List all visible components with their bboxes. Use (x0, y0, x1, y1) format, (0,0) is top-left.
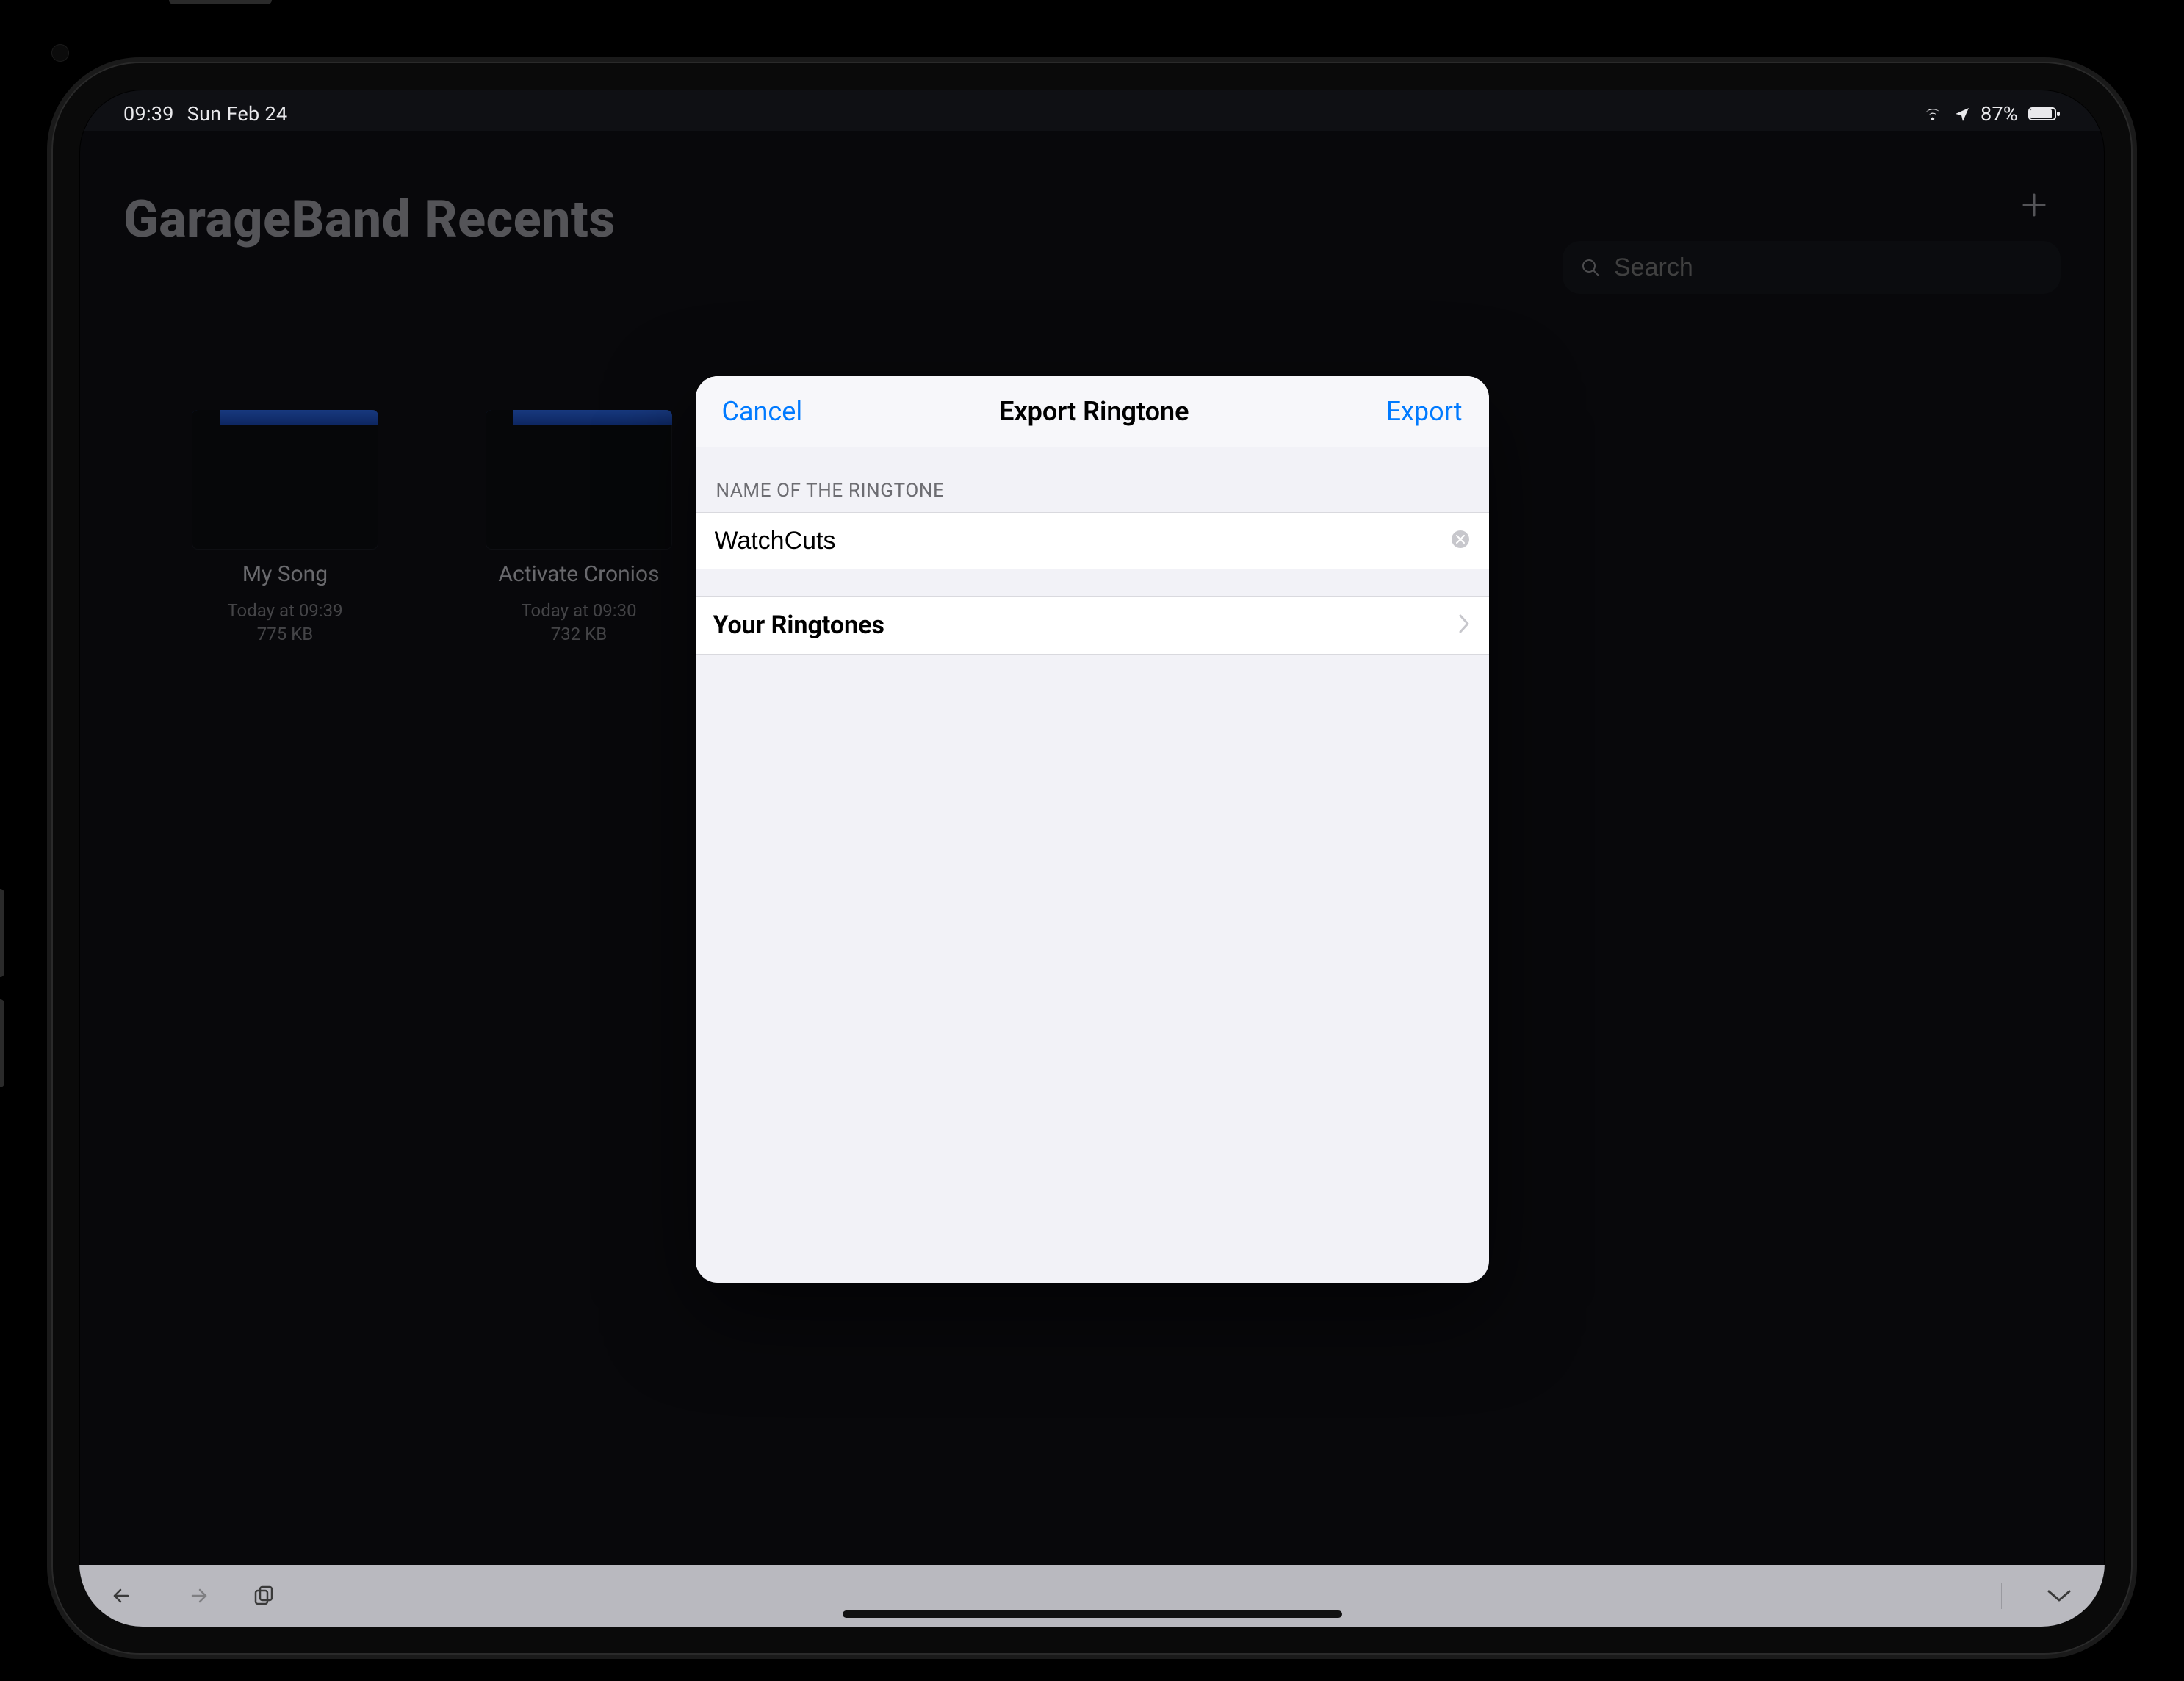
redo-icon[interactable] (182, 1585, 209, 1606)
side-button-top (169, 0, 272, 4)
wifi-icon (1922, 106, 1944, 122)
ringtone-name-row[interactable] (696, 512, 1489, 569)
status-date: Sun Feb 24 (187, 102, 288, 126)
ipad-frame: 09:39 Sun Feb 24 87% (0, 0, 2184, 1681)
status-time: 09:39 (123, 102, 174, 126)
home-indicator (843, 1610, 1342, 1618)
battery-icon (2028, 106, 2061, 122)
your-ringtones-row[interactable]: Your Ringtones (696, 596, 1489, 655)
toolbar-separator (2001, 1583, 2002, 1609)
volume-up-button (0, 889, 4, 977)
your-ringtones-label: Your Ringtones (713, 611, 885, 640)
undo-icon[interactable] (112, 1585, 138, 1606)
chevron-down-icon[interactable] (2046, 1587, 2072, 1605)
battery-percent: 87% (1981, 102, 2018, 126)
sheet-title: Export Ringtone (999, 396, 1189, 427)
status-bar: 09:39 Sun Feb 24 87% (123, 97, 2061, 131)
export-ringtone-sheet: Cancel Export Ringtone Export NAME OF TH… (696, 376, 1489, 1283)
camera-dot (51, 44, 69, 62)
export-button[interactable]: Export (1386, 396, 1463, 427)
clear-text-icon[interactable] (1449, 528, 1471, 553)
cancel-button[interactable]: Cancel (722, 396, 803, 427)
section-header: NAME OF THE RINGTONE (696, 447, 1489, 512)
ringtone-name-input[interactable] (713, 526, 1449, 556)
copy-icon[interactable] (253, 1585, 275, 1607)
chevron-right-icon (1457, 613, 1471, 638)
location-icon (1954, 106, 1970, 122)
volume-down-button (0, 999, 4, 1087)
